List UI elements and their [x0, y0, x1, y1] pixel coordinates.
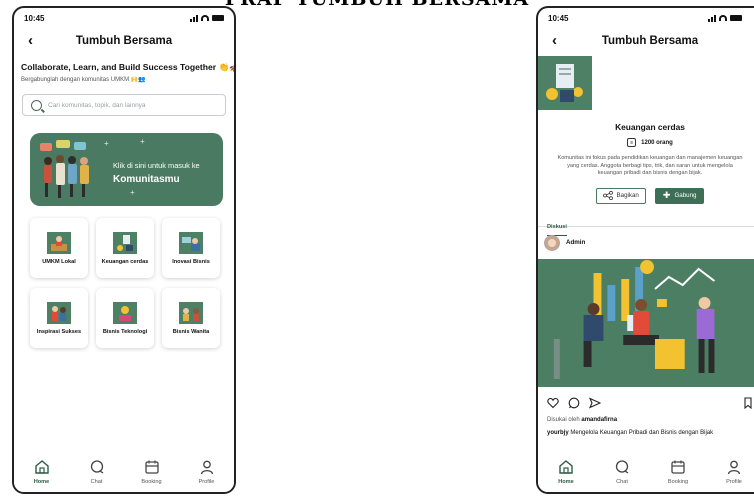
category-card-inovasi-bisnis[interactable]: Inovasi Bisnis — [162, 218, 220, 278]
bookmark-icon[interactable] — [742, 396, 754, 409]
signal-icon — [708, 14, 716, 22]
bottom-nav: Home Chat Booking Profile — [538, 454, 754, 492]
wifi-icon — [719, 15, 727, 21]
umkm-icon — [47, 231, 71, 254]
profile-icon — [727, 460, 741, 475]
post-author[interactable]: Admin — [566, 239, 585, 246]
member-count: ≡ 1200 orang — [538, 138, 754, 147]
category-card-inspirasi-sukses[interactable]: Inspirasi Sukses — [30, 288, 88, 348]
comment-icon[interactable] — [568, 397, 580, 409]
category-card-bisnis-teknologi[interactable]: Bisnis Teknologi — [96, 288, 154, 348]
phone-home-screen: 10:45 ‹ Tumbuh Bersama Collaborate, Lear… — [12, 6, 236, 494]
calendar-icon — [144, 460, 159, 474]
members-icon: ≡ — [627, 138, 637, 147]
home-icon — [559, 460, 573, 474]
tab-diskusi[interactable]: Diskusi — [547, 224, 567, 236]
send-icon[interactable] — [589, 396, 601, 409]
post-caption: yourbjy Mengelola Keuangan Pribadi dan B… — [547, 429, 714, 436]
nav-chat[interactable]: Chat — [77, 459, 117, 485]
sparkle-icon: + — [130, 188, 135, 197]
caption-user[interactable]: yourbjy — [547, 430, 569, 436]
liked-by-user[interactable]: amandafirna — [581, 417, 617, 423]
category-card-bisnis-wanita[interactable]: Bisnis Wanita — [162, 288, 220, 348]
heart-icon[interactable] — [547, 397, 559, 409]
category-card-umkm-lokal[interactable]: UMKM Lokal — [30, 218, 88, 278]
community-banner[interactable]: + + + Klik di sini untuk masuk ke Komuni… — [30, 133, 223, 206]
category-grid: UMKM Lokal Keuangan cerdas Inovasi Bisni… — [30, 218, 234, 348]
phone-community-screen: 10:45 ‹ Tumbuh Bersama Keuangan cerdas ≡… — [536, 6, 754, 494]
tech-icon — [113, 301, 137, 324]
nav-booking[interactable]: Booking — [132, 459, 172, 485]
bottom-nav: Home Chat Booking Profile — [14, 454, 234, 492]
app-header: ‹ Tumbuh Bersama — [14, 28, 234, 54]
battery-icon — [212, 15, 224, 21]
liked-by: Disukai oleh amandafirna — [547, 416, 618, 423]
nav-chat[interactable]: Chat — [602, 459, 642, 485]
tab-bar: Diskusi — [538, 215, 754, 236]
nav-home[interactable]: Home — [22, 459, 62, 485]
chat-icon — [615, 460, 629, 474]
calendar-icon — [671, 460, 685, 474]
status-bar: 10:45 — [14, 8, 234, 28]
search-input[interactable] — [48, 101, 217, 109]
search-icon — [31, 99, 42, 111]
share-button[interactable]: Bagikan — [595, 187, 646, 204]
finance-icon — [113, 231, 137, 254]
hero-title: Collaborate, Learn, and Build Success To… — [21, 62, 236, 72]
back-button[interactable]: ‹ — [552, 32, 557, 49]
banner-line-1: Klik di sini untuk masuk ke — [113, 161, 200, 170]
innovation-icon — [179, 231, 203, 254]
women-icon — [179, 301, 203, 324]
wifi-icon — [201, 15, 209, 21]
avatar[interactable] — [544, 234, 560, 251]
search-bar[interactable] — [22, 94, 226, 116]
app-title: Tumbuh Bersama — [601, 35, 699, 47]
status-time: 10:45 — [24, 13, 45, 23]
community-actions: Bagikan ✚ Gabung — [538, 187, 754, 204]
chat-icon — [90, 460, 103, 474]
nav-profile[interactable]: Profile — [187, 459, 227, 485]
back-button[interactable]: ‹ — [28, 32, 33, 49]
people-illustration-icon — [40, 140, 89, 198]
join-icon: ✚ — [662, 190, 671, 200]
sparkle-icon: + — [104, 139, 109, 148]
category-card-keuangan-cerdas[interactable]: Keuangan cerdas — [96, 218, 154, 278]
sparkle-icon: + — [140, 137, 145, 146]
battery-icon — [730, 15, 742, 21]
inspiration-icon — [47, 301, 71, 324]
hero-subtitle: Bergabunglah dengan komunitas UMKM 🙌👥 — [21, 77, 146, 83]
signal-icon — [190, 14, 198, 22]
community-cover-image — [538, 56, 592, 110]
community-description: Komunitas ini fokus pada pendidikan keua… — [557, 155, 743, 176]
status-bar: 10:45 — [538, 8, 754, 28]
app-header: ‹ Tumbuh Bersama — [538, 28, 754, 54]
nav-home[interactable]: Home — [546, 459, 586, 485]
page-heading: PRAP TUMBUH BERSAMA — [190, 0, 564, 10]
app-title: Tumbuh Bersama — [75, 35, 173, 47]
post-actions — [538, 392, 754, 409]
post-image — [538, 258, 754, 387]
post-header: Admin — [544, 234, 754, 251]
share-icon — [602, 191, 613, 200]
status-time: 10:45 — [548, 13, 569, 23]
nav-booking[interactable]: Booking — [658, 459, 698, 485]
banner-line-2: Komunitasmu — [113, 174, 180, 185]
join-button[interactable]: ✚ Gabung — [654, 187, 705, 204]
community-name: Keuangan cerdas — [615, 122, 685, 132]
profile-icon — [200, 460, 213, 475]
nav-profile[interactable]: Profile — [714, 459, 754, 485]
home-icon — [34, 460, 49, 474]
